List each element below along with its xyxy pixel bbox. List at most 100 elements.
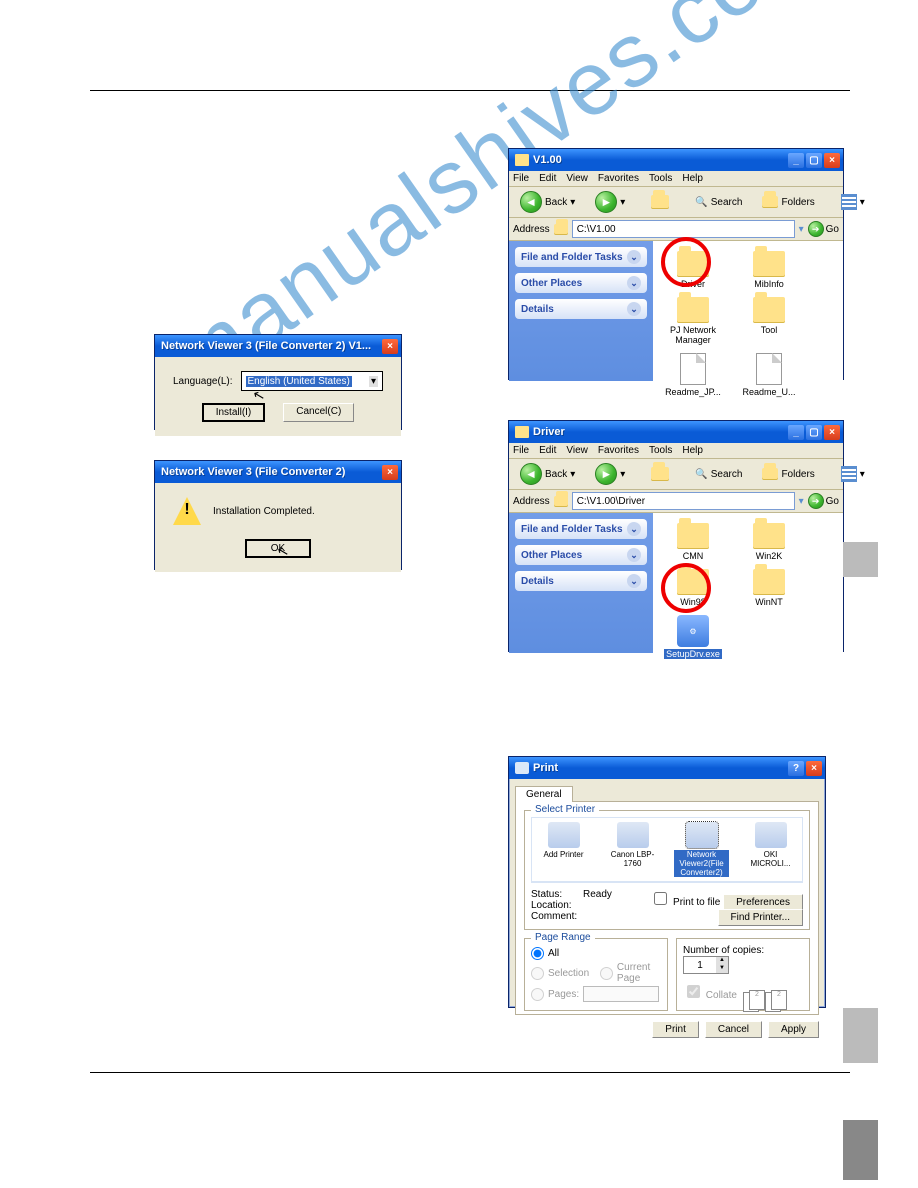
folder-win2k[interactable]: Win2K [739, 523, 799, 561]
titlebar[interactable]: Network Viewer 3 (File Converter 2) × [155, 461, 401, 483]
apply-button[interactable]: Apply [768, 1021, 819, 1038]
file-readme-u[interactable]: Readme_U... [739, 353, 799, 397]
message-text: Installation Completed. [213, 506, 315, 517]
printer-network-viewer[interactable]: Network Viewer2(File Converter2) [674, 822, 729, 877]
address-input[interactable] [572, 220, 795, 238]
window-title: V1.00 [533, 154, 562, 166]
file-readme-jp[interactable]: Readme_JP... [663, 353, 723, 397]
printer-label: Network Viewer2(File Converter2) [674, 850, 729, 877]
back-button[interactable]: ◄Back▾ [513, 189, 582, 215]
go-button[interactable]: ➔Go [808, 221, 839, 237]
toolbar: ◄Back▾ ►▾ 🔍Search Folders ▾ [509, 187, 843, 218]
views-button[interactable]: ▾ [834, 464, 872, 484]
printer-add[interactable]: Add Printer [536, 822, 591, 877]
other-places[interactable]: Other Places⌄ [515, 273, 647, 293]
menu-file[interactable]: File [513, 173, 529, 184]
go-button[interactable]: ➔Go [808, 493, 839, 509]
folder-mibinfo[interactable]: MibInfo [739, 251, 799, 289]
folder-pjnetworkmanager[interactable]: PJ Network Manager [663, 297, 723, 345]
radio-label: Pages: [548, 989, 579, 1000]
item-label: Driver [681, 279, 705, 289]
radio-label: Current Page [617, 962, 661, 984]
file-setupdrv[interactable]: ⚙SetupDrv.exe [663, 615, 723, 659]
print-to-file-checkbox[interactable]: Print to file [650, 897, 720, 908]
forward-button[interactable]: ►▾ [588, 461, 632, 487]
go-label: Go [826, 496, 839, 507]
file-pane[interactable]: CMN Win2K Win98 WinNT ⚙SetupDrv.exe [653, 513, 843, 653]
menu-tools[interactable]: Tools [649, 445, 672, 456]
menu-edit[interactable]: Edit [539, 173, 556, 184]
menu-view[interactable]: View [566, 445, 588, 456]
find-printer-button[interactable]: Find Printer... [718, 909, 803, 926]
up-button[interactable] [644, 193, 676, 211]
folder-tool[interactable]: Tool [739, 297, 799, 345]
menu-edit[interactable]: Edit [539, 445, 556, 456]
back-button[interactable]: ◄Back▾ [513, 461, 582, 487]
folder-driver[interactable]: Driver [663, 251, 723, 289]
close-button[interactable]: × [382, 339, 398, 354]
other-places[interactable]: Other Places⌄ [515, 545, 647, 565]
file-folder-tasks[interactable]: File and Folder Tasks⌄ [515, 519, 647, 539]
menu-tools[interactable]: Tools [649, 173, 672, 184]
titlebar[interactable]: Driver _ ▢ × [509, 421, 843, 443]
folder-icon [554, 224, 568, 235]
minimize-button[interactable]: _ [788, 153, 804, 168]
menu-help[interactable]: Help [682, 445, 703, 456]
folder-cmn[interactable]: CMN [663, 523, 723, 561]
print-button[interactable]: Print [652, 1021, 699, 1038]
close-button[interactable]: × [806, 761, 822, 776]
search-button[interactable]: 🔍Search [688, 195, 749, 210]
up-button[interactable] [644, 465, 676, 483]
menu-favorites[interactable]: Favorites [598, 173, 639, 184]
titlebar[interactable]: Print ? × [509, 757, 825, 779]
minimize-button[interactable]: _ [788, 425, 804, 440]
help-button[interactable]: ? [788, 761, 804, 776]
details[interactable]: Details⌄ [515, 299, 647, 319]
folder-winnt[interactable]: WinNT [739, 569, 799, 607]
views-icon [841, 466, 857, 482]
copies-spinner[interactable]: ▲▼ [683, 956, 729, 974]
back-label: Back [545, 197, 567, 208]
cancel-button[interactable]: Cancel [705, 1021, 762, 1038]
forward-button[interactable]: ►▾ [588, 189, 632, 215]
address-label: Address [513, 496, 550, 507]
titlebar[interactable]: Network Viewer 3 (File Converter 2) V1..… [155, 335, 401, 357]
search-button[interactable]: 🔍Search [688, 467, 749, 482]
cancel-button[interactable]: Cancel(C) [283, 403, 354, 422]
file-pane[interactable]: Driver MibInfo PJ Network Manager Tool R… [653, 241, 843, 381]
folder-win98[interactable]: Win98 [663, 569, 723, 607]
close-button[interactable]: × [824, 425, 840, 440]
down-arrow-icon[interactable]: ▼ [716, 965, 728, 973]
close-button[interactable]: × [382, 465, 398, 480]
explorer-window-v100: V1.00 _ ▢ × File Edit View Favorites Too… [508, 148, 844, 380]
copies-input[interactable] [684, 957, 716, 973]
dropdown-icon[interactable]: ▾ [799, 224, 804, 235]
dialog-title: Network Viewer 3 (File Converter 2) V1..… [161, 340, 371, 352]
menu-help[interactable]: Help [682, 173, 703, 184]
tab-general[interactable]: General [515, 786, 573, 802]
up-arrow-icon[interactable]: ▲ [716, 957, 728, 965]
folder-icon [753, 251, 785, 277]
maximize-button[interactable]: ▢ [806, 425, 822, 440]
maximize-button[interactable]: ▢ [806, 153, 822, 168]
titlebar[interactable]: V1.00 _ ▢ × [509, 149, 843, 171]
comment-label: Comment: [531, 911, 577, 922]
printer-canon[interactable]: Canon LBP-1760 [605, 822, 660, 877]
dropdown-icon[interactable]: ▾ [799, 496, 804, 507]
printer-oki[interactable]: OKI MICROLI... [743, 822, 798, 877]
file-folder-tasks[interactable]: File and Folder Tasks⌄ [515, 247, 647, 267]
address-input[interactable] [572, 492, 795, 510]
folders-button[interactable]: Folders [755, 194, 821, 210]
folders-button[interactable]: Folders [755, 466, 821, 482]
item-label: SetupDrv.exe [664, 649, 722, 659]
radio-all[interactable]: All [531, 947, 661, 960]
install-button[interactable]: Install(I) [202, 403, 266, 422]
menu-file[interactable]: File [513, 445, 529, 456]
chevron-down-icon: ▾ [570, 469, 575, 480]
details[interactable]: Details⌄ [515, 571, 647, 591]
views-button[interactable]: ▾ [834, 192, 872, 212]
menu-view[interactable]: View [566, 173, 588, 184]
window-title: Driver [533, 426, 565, 438]
close-button[interactable]: × [824, 153, 840, 168]
menu-favorites[interactable]: Favorites [598, 445, 639, 456]
